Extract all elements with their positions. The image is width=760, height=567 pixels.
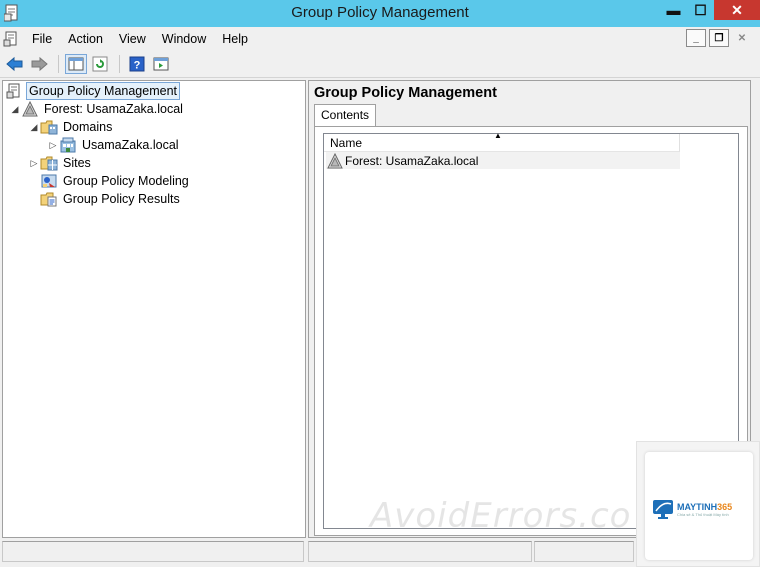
column-header-label: Name [330, 135, 363, 150]
help-icon[interactable]: ? [126, 54, 148, 74]
watermark-text: AvoidErrors.co [370, 496, 632, 536]
console-tree[interactable]: Group Policy Management ◢ Forest: UsamaZ… [2, 80, 306, 538]
sites-folder-icon [40, 155, 58, 171]
domain-icon [59, 137, 77, 153]
toolbar-separator [58, 55, 59, 73]
watermark-logo-card: MAYTINH365 Chia sẻ & Thủ thuật Máy tính [636, 441, 760, 567]
domains-folder-icon [40, 119, 58, 135]
gpmc-icon [5, 83, 23, 99]
list-item[interactable]: Forest: UsamaZaka.local [326, 152, 680, 169]
tree-item-label: Group Policy Modeling [63, 174, 189, 188]
console-doc-icon[interactable] [3, 31, 19, 47]
menu-help[interactable]: Help [215, 32, 257, 46]
tree-item-gp-results[interactable]: Group Policy Results [40, 190, 182, 208]
toolbar: ? [0, 51, 760, 78]
maximize-icon[interactable]: ☐ [687, 0, 714, 20]
action-pane-icon[interactable] [150, 54, 172, 74]
forest-icon [326, 152, 344, 169]
title-bar: Group Policy Management ▬ ☐ ✕ [0, 0, 760, 27]
tree-item-gpm-root[interactable]: Group Policy Management [5, 82, 180, 100]
monitor-logo-icon [653, 500, 673, 519]
tree-item-sites[interactable]: ▷ Sites [28, 154, 93, 172]
tree-item-label: Group Policy Management [26, 82, 180, 100]
pane-title: Group Policy Management [314, 85, 497, 101]
close-icon[interactable]: ✕ [714, 0, 760, 20]
expand-arrow-icon[interactable]: ▷ [47, 140, 59, 151]
child-close-icon[interactable]: ✕ [732, 29, 752, 47]
show-hide-console-tree-icon[interactable] [65, 54, 87, 74]
tree-item-gp-modeling[interactable]: Group Policy Modeling [40, 172, 191, 190]
tree-item-domain-usamazaka[interactable]: ▷ UsamaZaka.local [47, 136, 181, 154]
tree-item-label: Group Policy Results [63, 192, 180, 206]
forward-arrow-icon[interactable] [28, 54, 50, 74]
menu-view[interactable]: View [112, 32, 155, 46]
tree-item-forest[interactable]: ◢ Forest: UsamaZaka.local [9, 100, 185, 118]
menu-bar: File Action View Window Help _ ❐ ✕ [0, 27, 760, 51]
forest-icon [21, 101, 39, 117]
tree-item-label: Sites [63, 156, 91, 170]
collapse-arrow-icon[interactable]: ◢ [9, 104, 21, 115]
sort-ascending-icon: ▲ [494, 131, 502, 140]
watermark-logo-inner: MAYTINH365 Chia sẻ & Thủ thuật Máy tính [645, 452, 753, 560]
tree-item-label: UsamaZaka.local [82, 138, 179, 152]
collapse-arrow-icon[interactable]: ◢ [28, 122, 40, 133]
tab-contents[interactable]: Contents [314, 104, 377, 127]
svg-text:?: ? [134, 60, 141, 72]
watermark-brand: MAYTINH [677, 501, 718, 512]
child-minimize-icon[interactable]: _ [686, 29, 706, 47]
status-cell-middle [308, 541, 532, 562]
status-cell-right [534, 541, 634, 562]
status-cell-left [2, 541, 304, 562]
back-arrow-icon[interactable] [4, 54, 26, 74]
expand-arrow-icon[interactable]: ▷ [28, 158, 40, 169]
tree-item-domains[interactable]: ◢ Domains [28, 118, 114, 136]
child-restore-icon[interactable]: ❐ [709, 29, 729, 47]
watermark-brand-number: 365 [717, 501, 733, 512]
refresh-icon[interactable] [89, 54, 111, 74]
toolbar-separator [119, 55, 120, 73]
watermark-logo: MAYTINH365 Chia sẻ & Thủ thuật Máy tính [651, 497, 732, 521]
watermark-tagline: Chia sẻ & Thủ thuật Máy tính [677, 511, 729, 517]
list-item-label: Forest: UsamaZaka.local [345, 153, 479, 168]
column-header-name[interactable]: Name ▲ [324, 131, 680, 152]
results-icon [40, 191, 58, 207]
menu-window[interactable]: Window [155, 32, 215, 46]
modeling-icon [40, 173, 58, 189]
minimize-icon[interactable]: ▬ [660, 0, 687, 20]
menu-action[interactable]: Action [61, 32, 112, 46]
tree-item-label: Forest: UsamaZaka.local [44, 102, 183, 116]
tree-item-label: Domains [63, 120, 113, 134]
window-title: Group Policy Management [291, 4, 469, 21]
menu-file[interactable]: File [25, 32, 61, 46]
